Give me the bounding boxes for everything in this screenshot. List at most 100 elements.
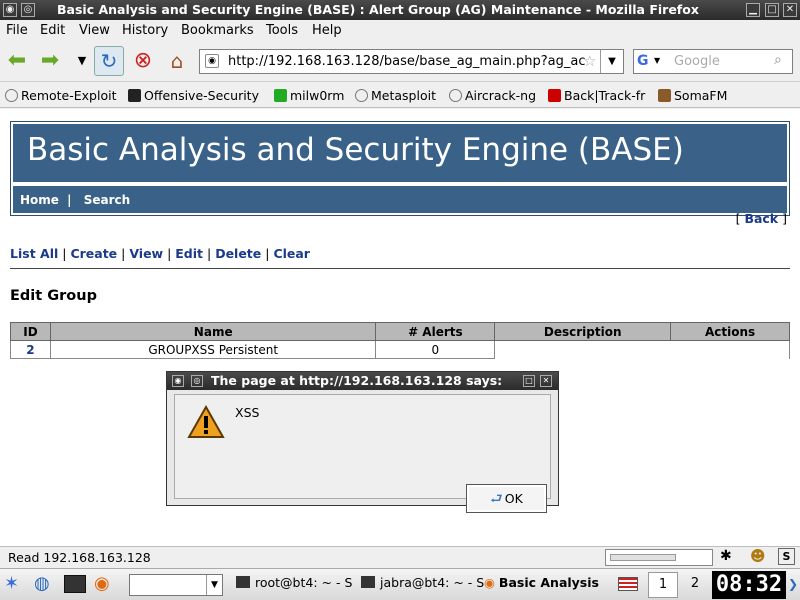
- create-link[interactable]: Create: [70, 246, 117, 261]
- bookmark-aircrack-ng[interactable]: Aircrack-ng: [449, 88, 536, 103]
- table-row: 2 GROUPXSS Persistent 0: [10, 340, 790, 359]
- window-titlebar[interactable]: ◉ ◎ Basic Analysis and Security Engine (…: [0, 0, 800, 20]
- col-name: Name: [49, 322, 377, 341]
- dialog-menu-icon[interactable]: ◎: [191, 375, 203, 387]
- dialog-title: The page at http://192.168.163.128 says:: [211, 373, 503, 388]
- menu-help[interactable]: Help: [312, 23, 342, 38]
- globe-icon: [449, 89, 462, 102]
- menu-bar: File Edit View History Bookmarks Tools H…: [0, 20, 800, 41]
- site-identity-icon[interactable]: ◉: [205, 54, 219, 68]
- menu-file[interactable]: File: [6, 23, 28, 38]
- combo-dropdown-icon[interactable]: ▼: [206, 575, 222, 595]
- firebug-bug-icon[interactable]: ✱: [720, 548, 732, 564]
- row-actions: [670, 340, 790, 359]
- row-id-link[interactable]: 2: [10, 340, 51, 359]
- matrix-icon: [274, 89, 287, 102]
- section-title: Edit Group: [10, 288, 97, 304]
- back-link[interactable]: Back: [744, 211, 778, 226]
- list-all-link[interactable]: List All: [10, 246, 58, 261]
- bookmark-backtrack-fr[interactable]: Back|Track-fr: [548, 88, 645, 103]
- menu-tools[interactable]: Tools: [266, 23, 298, 38]
- firefox-icon: ◉: [484, 575, 495, 590]
- dialog-app-icon[interactable]: ◉: [172, 375, 184, 387]
- url-text[interactable]: http://192.168.163.128/base/base_ag_main…: [228, 54, 588, 69]
- backtrack-icon: [548, 89, 561, 102]
- bookmark-remote-exploit[interactable]: Remote-Exploit: [5, 88, 116, 103]
- row-alerts: 0: [375, 340, 496, 359]
- terminal-icon: [236, 576, 250, 588]
- search-bar[interactable]: G ▼ Google ⌕: [633, 49, 793, 74]
- run-command-combo[interactable]: ▼: [129, 574, 223, 596]
- bookmark-somafm[interactable]: SomaFM: [658, 88, 727, 103]
- alert-dialog: ◉ ◎ The page at http://192.168.163.128 s…: [166, 371, 559, 513]
- kde-menu-icon[interactable]: ✶: [4, 573, 19, 594]
- nav-home-link[interactable]: Home: [20, 193, 59, 207]
- firefox-launcher-icon[interactable]: ◉: [94, 573, 110, 594]
- google-engine-icon[interactable]: G: [637, 53, 649, 69]
- minimize-icon[interactable]: ▁: [746, 3, 760, 17]
- task-firefox-base[interactable]: ◉ Basic Analysis: [484, 575, 599, 590]
- home-icon[interactable]: ⌂: [163, 47, 191, 75]
- close-icon[interactable]: ✕: [783, 3, 797, 17]
- dialog-close-icon[interactable]: ✕: [540, 375, 552, 387]
- col-alerts: # Alerts: [375, 322, 496, 341]
- nav-search-link[interactable]: Search: [84, 193, 130, 207]
- globe-icon: [5, 89, 18, 102]
- dialog-body: XSS ⮐ OK: [174, 394, 551, 513]
- noscript-icon[interactable]: S: [778, 548, 795, 565]
- bookmark-milw0rm[interactable]: milw0rm: [274, 88, 344, 103]
- view-link[interactable]: View: [129, 246, 163, 261]
- group-actions: List All | Create | View | Edit | Delete…: [10, 246, 310, 261]
- search-placeholder[interactable]: Google: [674, 54, 720, 69]
- os-logo-icon: [128, 89, 141, 102]
- task-terminal-jabra[interactable]: jabra@bt4: ~ - S: [361, 575, 484, 590]
- edit-link[interactable]: Edit: [175, 246, 203, 261]
- menu-history[interactable]: History: [122, 23, 168, 38]
- firefox-window-icon[interactable]: ◉: [3, 3, 17, 17]
- col-description: Description: [494, 322, 672, 341]
- globe-icon: [355, 89, 368, 102]
- banner-nav: Home | Search: [13, 186, 787, 213]
- stop-icon[interactable]: ⊗: [129, 47, 157, 75]
- bookmark-offensive-security[interactable]: Offensive-Security: [128, 88, 259, 103]
- bookmarks-toolbar: Remote-Exploit Offensive-Security milw0r…: [0, 83, 800, 108]
- menu-edit[interactable]: Edit: [40, 23, 65, 38]
- back-arrow-icon[interactable]: ⬅: [3, 47, 31, 75]
- status-text: Read 192.168.163.128: [8, 550, 151, 565]
- task-terminal-root[interactable]: root@bt4: ~ - S: [236, 575, 352, 590]
- taskbar: ✶ ◍ ◉ ▼ root@bt4: ~ - S jabra@bt4: ~ - S…: [0, 568, 800, 600]
- col-id: ID: [10, 322, 51, 341]
- ok-button[interactable]: ⮐ OK: [466, 484, 547, 513]
- keyboard-layout-flag-icon[interactable]: [618, 577, 638, 591]
- clear-link[interactable]: Clear: [273, 246, 310, 261]
- warning-icon: [187, 405, 225, 438]
- terminal-icon: [361, 576, 375, 588]
- forward-arrow-icon[interactable]: ➡: [36, 47, 64, 75]
- url-dropdown-icon[interactable]: ▼: [600, 50, 623, 73]
- desktop-1[interactable]: 1: [648, 572, 678, 598]
- history-dropdown-icon[interactable]: ▼: [68, 47, 96, 75]
- engine-dropdown-icon[interactable]: ▼: [654, 56, 660, 65]
- bookmark-star-icon[interactable]: ☆: [583, 52, 596, 70]
- divider: [10, 268, 790, 269]
- window-title: Basic Analysis and Security Engine (BASE…: [57, 2, 699, 17]
- url-bar[interactable]: ◉ http://192.168.163.128/base/base_ag_ma…: [199, 49, 624, 74]
- delete-link[interactable]: Delete: [215, 246, 261, 261]
- bookmark-metasploit[interactable]: Metasploit: [355, 88, 436, 103]
- desktop-2[interactable]: 2: [680, 572, 710, 598]
- window-menu-icon[interactable]: ◎: [21, 3, 35, 17]
- maximize-icon[interactable]: □: [765, 3, 779, 17]
- panel-arrow-icon[interactable]: ❯: [788, 577, 798, 591]
- table-header-row: ID Name # Alerts Description Actions: [10, 322, 790, 341]
- dialog-message: XSS: [235, 405, 260, 420]
- reload-icon[interactable]: ↻: [94, 46, 124, 76]
- menu-bookmarks[interactable]: Bookmarks: [181, 23, 254, 38]
- dialog-titlebar[interactable]: ◉ ◎ The page at http://192.168.163.128 s…: [167, 372, 558, 390]
- search-magnifier-icon[interactable]: ⌕: [774, 52, 782, 68]
- back-link-wrapper: [ Back ]: [735, 211, 787, 226]
- network-globe-icon[interactable]: ◍: [34, 573, 50, 594]
- terminal-icon[interactable]: [64, 575, 86, 593]
- menu-view[interactable]: View: [79, 23, 110, 38]
- addon-face-icon[interactable]: ☻: [750, 547, 766, 565]
- dialog-maximize-icon[interactable]: □: [523, 375, 535, 387]
